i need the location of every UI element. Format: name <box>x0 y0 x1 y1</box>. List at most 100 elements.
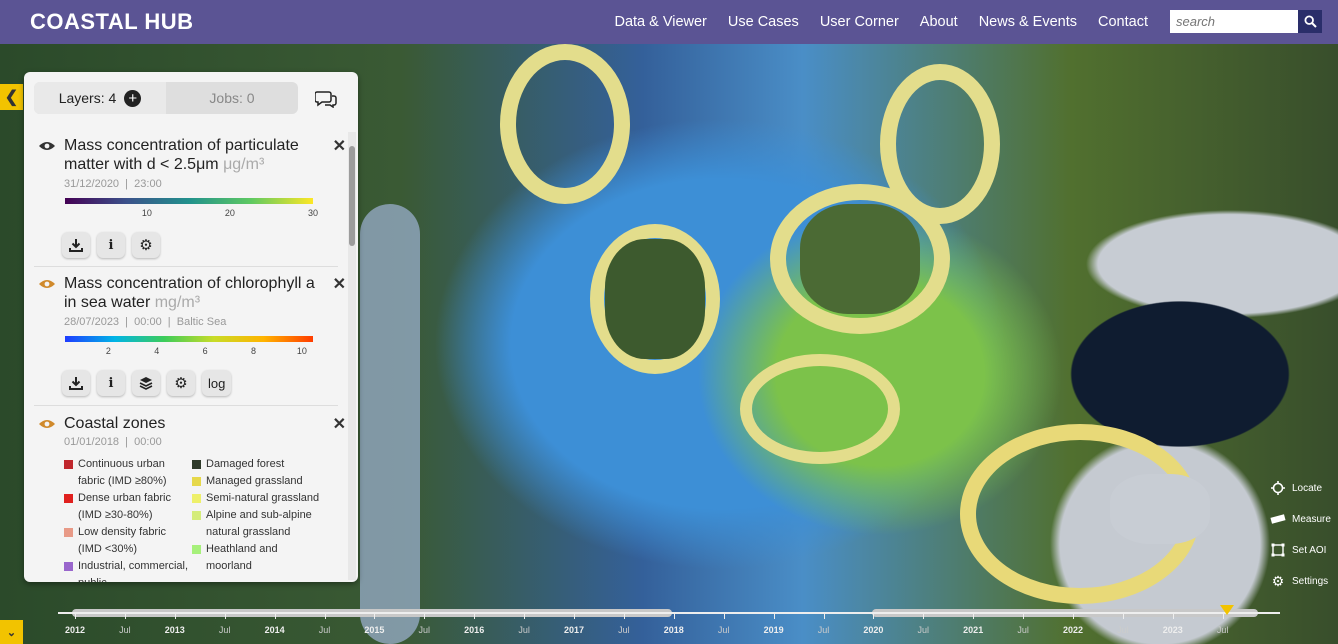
locate-tool[interactable]: Locate <box>1270 480 1322 496</box>
timeline-label[interactable]: 2014 <box>265 625 285 635</box>
timeline-tick <box>973 614 975 619</box>
timeline-label[interactable]: Jul <box>219 625 231 635</box>
timeline-label[interactable]: Jul <box>618 625 630 635</box>
timeline-label[interactable]: 2012 <box>65 625 85 635</box>
timeline-label[interactable]: Jul <box>818 625 830 635</box>
info-button[interactable]: i <box>97 232 125 258</box>
timeline-label[interactable]: Jul <box>918 625 930 635</box>
timeline[interactable]: 2012 Jul 2013 Jul 2014 Jul 2015 Jul 2016 Jul 2017 J… <box>0 600 1338 644</box>
layer-time: 23:00 <box>134 178 162 190</box>
timeline-tick <box>324 614 326 619</box>
log-scale-button[interactable]: log <box>202 370 232 396</box>
legend-swatch <box>192 494 201 503</box>
eye-icon[interactable] <box>38 278 56 290</box>
legend-label: Damaged forest <box>206 458 285 470</box>
map-settings-tool[interactable]: ⚙ Settings <box>1270 573 1328 589</box>
legend-column-left: Continuous urban fabric (IMD ≥80%) Dense… <box>64 456 192 582</box>
add-layer-icon[interactable]: + <box>124 89 142 107</box>
timeline-label[interactable]: Jul <box>718 625 730 635</box>
legend-item: Low density fabric (IMD <30%) <box>64 524 192 558</box>
eye-icon[interactable] <box>38 418 56 430</box>
download-button[interactable] <box>62 232 90 258</box>
layer-time: 00:00 <box>134 436 162 448</box>
tick-label: 20 <box>224 208 235 218</box>
timeline-label[interactable]: Jul <box>319 625 331 635</box>
set-aoi-tool[interactable]: Set AOI <box>1270 542 1326 558</box>
remove-layer-button[interactable]: ✕ <box>333 414 346 434</box>
tab-layers-label: Layers: <box>58 90 105 106</box>
search-button[interactable] <box>1298 10 1322 33</box>
timeline-label[interactable]: 2019 <box>764 625 784 635</box>
chevron-left-icon: ❮ <box>4 89 19 106</box>
layer-item-pm25: Mass concentration of particulate matter… <box>34 136 346 266</box>
legend-swatch <box>64 494 73 503</box>
nav-use-cases[interactable]: Use Cases <box>728 14 799 30</box>
nav-data-viewer[interactable]: Data & Viewer <box>614 14 706 30</box>
settings-button[interactable]: ⚙ <box>132 232 160 258</box>
timeline-tick <box>574 614 575 619</box>
timeline-tick <box>274 614 276 619</box>
gear-icon: ⚙ <box>1271 572 1285 589</box>
panel-scroll-thumb[interactable] <box>349 146 355 246</box>
timeline-label[interactable]: Jul <box>419 625 431 635</box>
tab-jobs[interactable]: Jobs: 0 <box>166 82 298 114</box>
timeline-label[interactable]: Jul <box>119 625 131 635</box>
nav-user-corner[interactable]: User Corner <box>820 14 899 30</box>
settings-button[interactable]: ⚙ <box>167 370 195 396</box>
nav-news-events[interactable]: News & Events <box>979 14 1077 30</box>
download-button[interactable] <box>62 370 90 396</box>
nav-contact[interactable]: Contact <box>1098 14 1148 30</box>
remove-layer-button[interactable]: ✕ <box>333 274 346 294</box>
chat-button[interactable] <box>308 84 344 114</box>
timeline-label[interactable]: 2016 <box>464 625 484 635</box>
timeline-label[interactable]: Jul <box>518 625 530 635</box>
timeline-axis <box>58 612 1280 614</box>
timeline-label[interactable]: 2021 <box>963 625 983 635</box>
nav-about[interactable]: About <box>920 14 958 30</box>
timeline-label[interactable]: Jul <box>1017 625 1029 635</box>
legend-label: Managed grassland <box>206 475 303 487</box>
layer-region: Baltic Sea <box>176 316 227 328</box>
timeline-label[interactable]: 2023 <box>1163 625 1183 635</box>
gear-icon: ⚙ <box>174 375 188 392</box>
map-coast-ring-2 <box>880 64 1000 224</box>
layer-item-coastal-zones: Coastal zones ✕ 01/01/2018 | 00:00 <box>34 414 346 454</box>
info-button[interactable]: i <box>97 370 125 396</box>
measure-tool[interactable]: Measure <box>1270 511 1331 527</box>
legend-label: Heathland and moorland <box>206 543 278 572</box>
layer-title-text: Coastal zones <box>64 415 166 432</box>
search-input[interactable] <box>1170 10 1298 33</box>
tab-layers[interactable]: Layers: 4 + <box>34 82 166 114</box>
download-icon <box>69 377 83 390</box>
panel-scrollbar[interactable] <box>348 132 356 580</box>
layers-count: 4 <box>108 90 117 106</box>
timeline-label[interactable]: 2015 <box>364 625 384 635</box>
remove-layer-button[interactable]: ✕ <box>333 136 346 156</box>
timeline-label[interactable]: Jul <box>1117 625 1129 635</box>
info-icon: i <box>108 237 114 253</box>
download-icon <box>69 239 83 252</box>
timeline-tick <box>1073 614 1074 619</box>
timeline-label[interactable]: Jul <box>1217 625 1229 635</box>
layer-panel: Layers: 4 + Jobs: 0 Mass concentration o… <box>24 72 358 582</box>
timeline-label[interactable]: 2017 <box>564 625 584 635</box>
timeline-current-marker[interactable] <box>1220 605 1234 615</box>
layer-datetime: 01/01/2018 | 00:00 <box>64 436 162 448</box>
layers-button[interactable] <box>132 370 160 396</box>
timeline-label[interactable]: 2018 <box>664 625 684 635</box>
top-bar: COASTAL HUB Data & Viewer Use Cases User… <box>0 0 1338 44</box>
logo[interactable]: COASTAL HUB <box>30 9 194 35</box>
eye-icon[interactable] <box>38 140 56 152</box>
collapse-panel-button[interactable]: ❮ <box>0 84 23 110</box>
timeline-label[interactable]: 2022 <box>1063 625 1083 635</box>
tick-label: 2 <box>105 346 111 356</box>
layer-time: 00:00 <box>134 316 162 328</box>
gear-icon: ⚙ <box>139 237 153 254</box>
tick-label: 10 <box>141 208 152 218</box>
colorbar <box>65 336 313 342</box>
colorbar <box>65 198 313 204</box>
legend-label: Continuous urban fabric (IMD ≥80%) <box>78 458 167 487</box>
legend-swatch <box>64 528 73 537</box>
timeline-label[interactable]: 2020 <box>863 625 883 635</box>
timeline-label[interactable]: 2013 <box>165 625 185 635</box>
